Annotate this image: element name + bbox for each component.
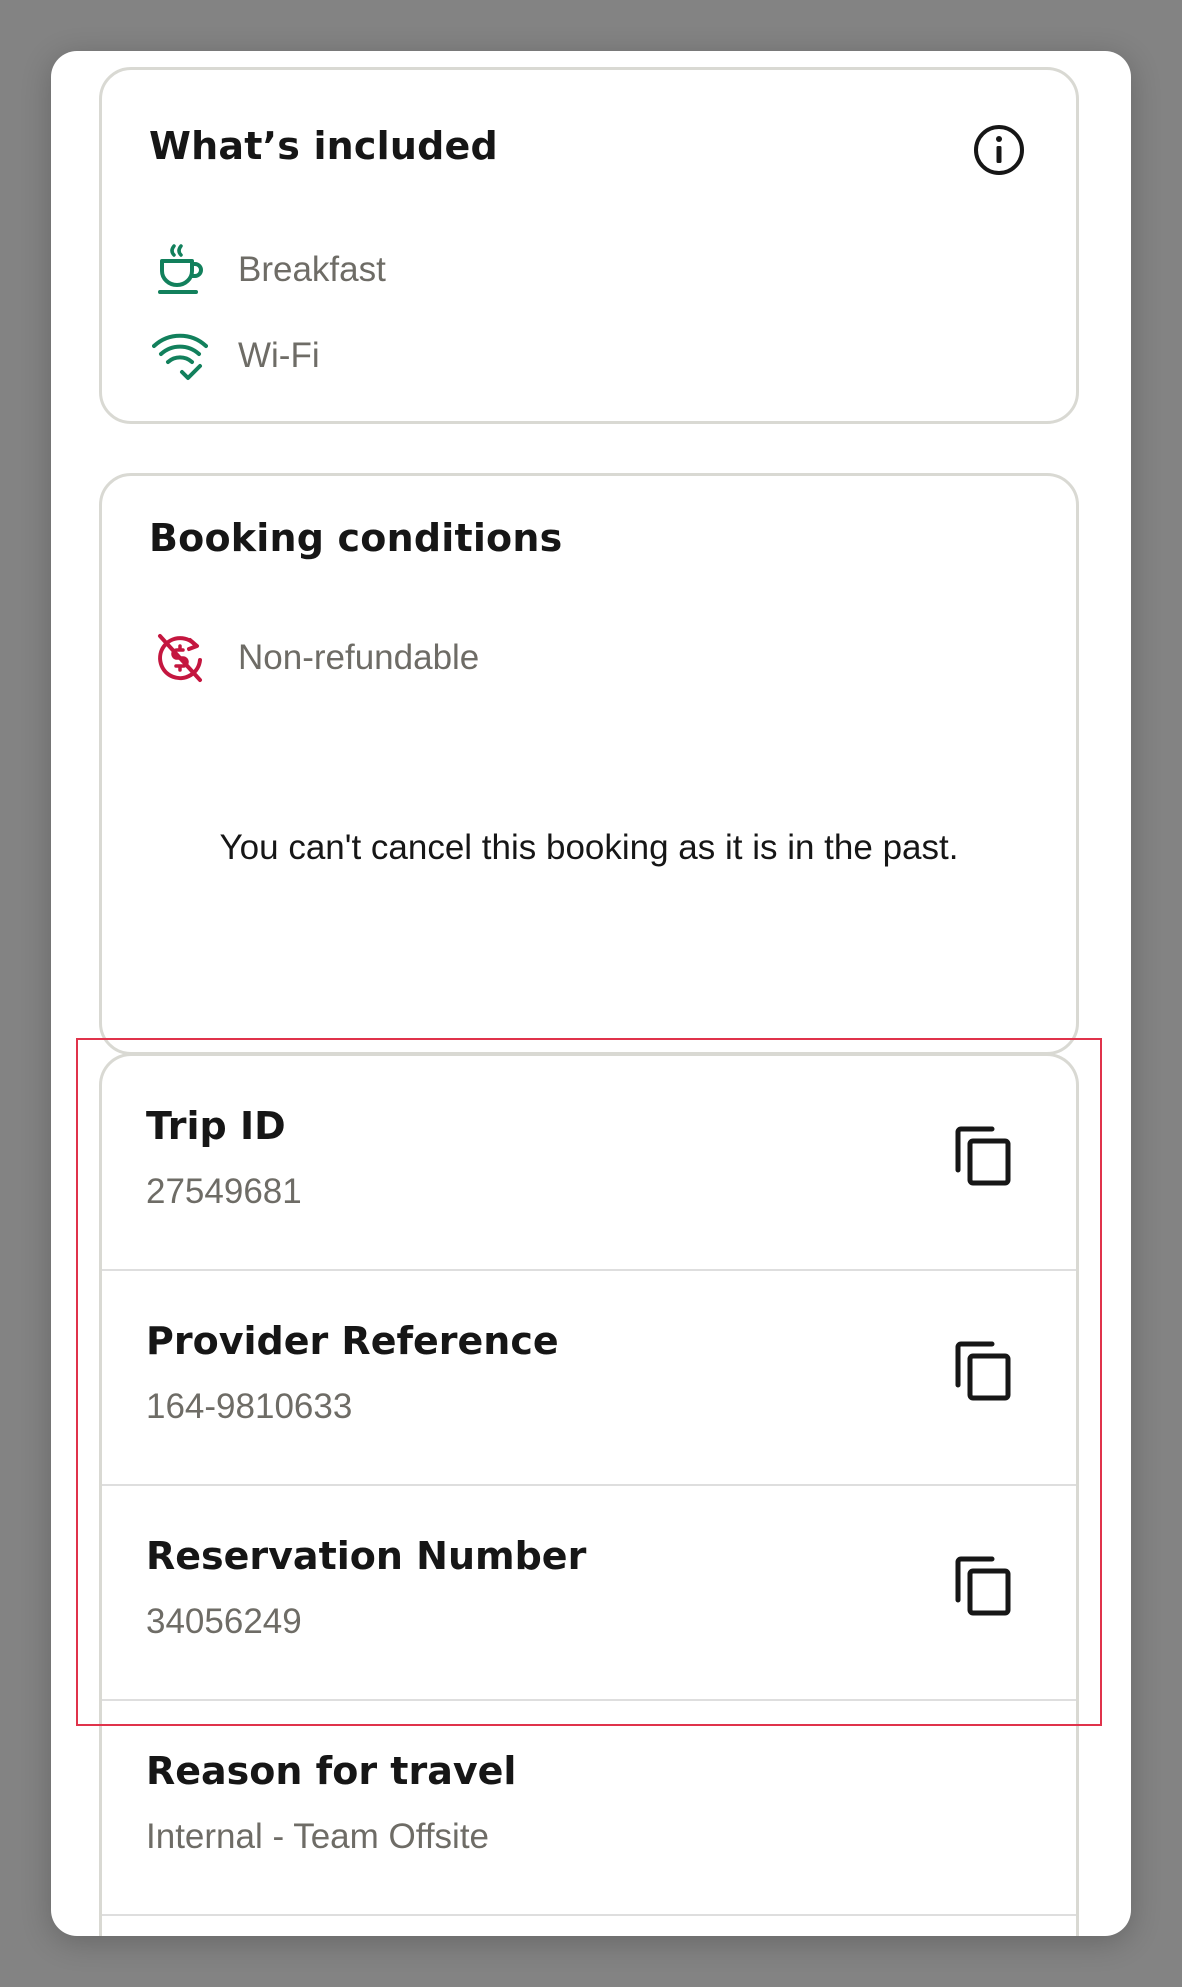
booking-conditions-title: Booking conditions: [149, 516, 563, 560]
provider-reference-value: 164-9810633: [146, 1387, 353, 1426]
provider-reference-label: Provider Reference: [146, 1319, 559, 1363]
reservation-number-row: Reservation Number 34056249: [102, 1486, 1076, 1701]
included-item-breakfast: Breakfast: [152, 240, 386, 300]
condition-item-label: Non-refundable: [238, 638, 480, 677]
booking-details-panel: What’s included Breakfast Wi-Fi Booking …: [51, 51, 1131, 1936]
copy-icon: [955, 1556, 1011, 1616]
trip-id-value: 27549681: [146, 1172, 302, 1211]
condition-item-non-refundable: Non-refundable: [152, 628, 479, 688]
included-item-wifi: Wi-Fi: [152, 326, 320, 386]
provider-reference-row: Provider Reference 164-9810633: [102, 1271, 1076, 1486]
included-item-label: Breakfast: [238, 250, 386, 289]
copy-reservation-number-button[interactable]: [954, 1556, 1014, 1618]
info-icon[interactable]: [972, 123, 1026, 177]
booking-references-card: Trip ID 27549681 Provider Reference 164-…: [99, 1053, 1079, 1936]
trip-id-row: Trip ID 27549681: [102, 1056, 1076, 1271]
trip-id-label: Trip ID: [146, 1104, 286, 1148]
reason-for-travel-label: Reason for travel: [146, 1749, 517, 1793]
cancellation-note: You can't cancel this booking as it is i…: [219, 828, 959, 867]
whats-included-card: What’s included Breakfast Wi-Fi: [99, 67, 1079, 424]
copy-icon: [955, 1341, 1011, 1401]
reason-for-travel-value: Internal - Team Offsite: [146, 1817, 490, 1856]
reservation-number-label: Reservation Number: [146, 1534, 587, 1578]
reason-for-travel-row: Reason for travel Internal - Team Offsit…: [102, 1701, 1076, 1916]
copy-trip-id-button[interactable]: [954, 1126, 1014, 1188]
whats-included-title: What’s included: [149, 124, 498, 168]
included-item-label: Wi-Fi: [238, 336, 320, 375]
booking-conditions-card: Booking conditions Non-refundable You ca…: [99, 473, 1079, 1055]
coffee-cup-icon: [152, 242, 208, 298]
reservation-number-value: 34056249: [146, 1602, 302, 1641]
non-refundable-icon: [152, 630, 208, 686]
wifi-check-icon: [152, 328, 208, 384]
copy-provider-reference-button[interactable]: [954, 1341, 1014, 1403]
copy-icon: [955, 1126, 1011, 1186]
